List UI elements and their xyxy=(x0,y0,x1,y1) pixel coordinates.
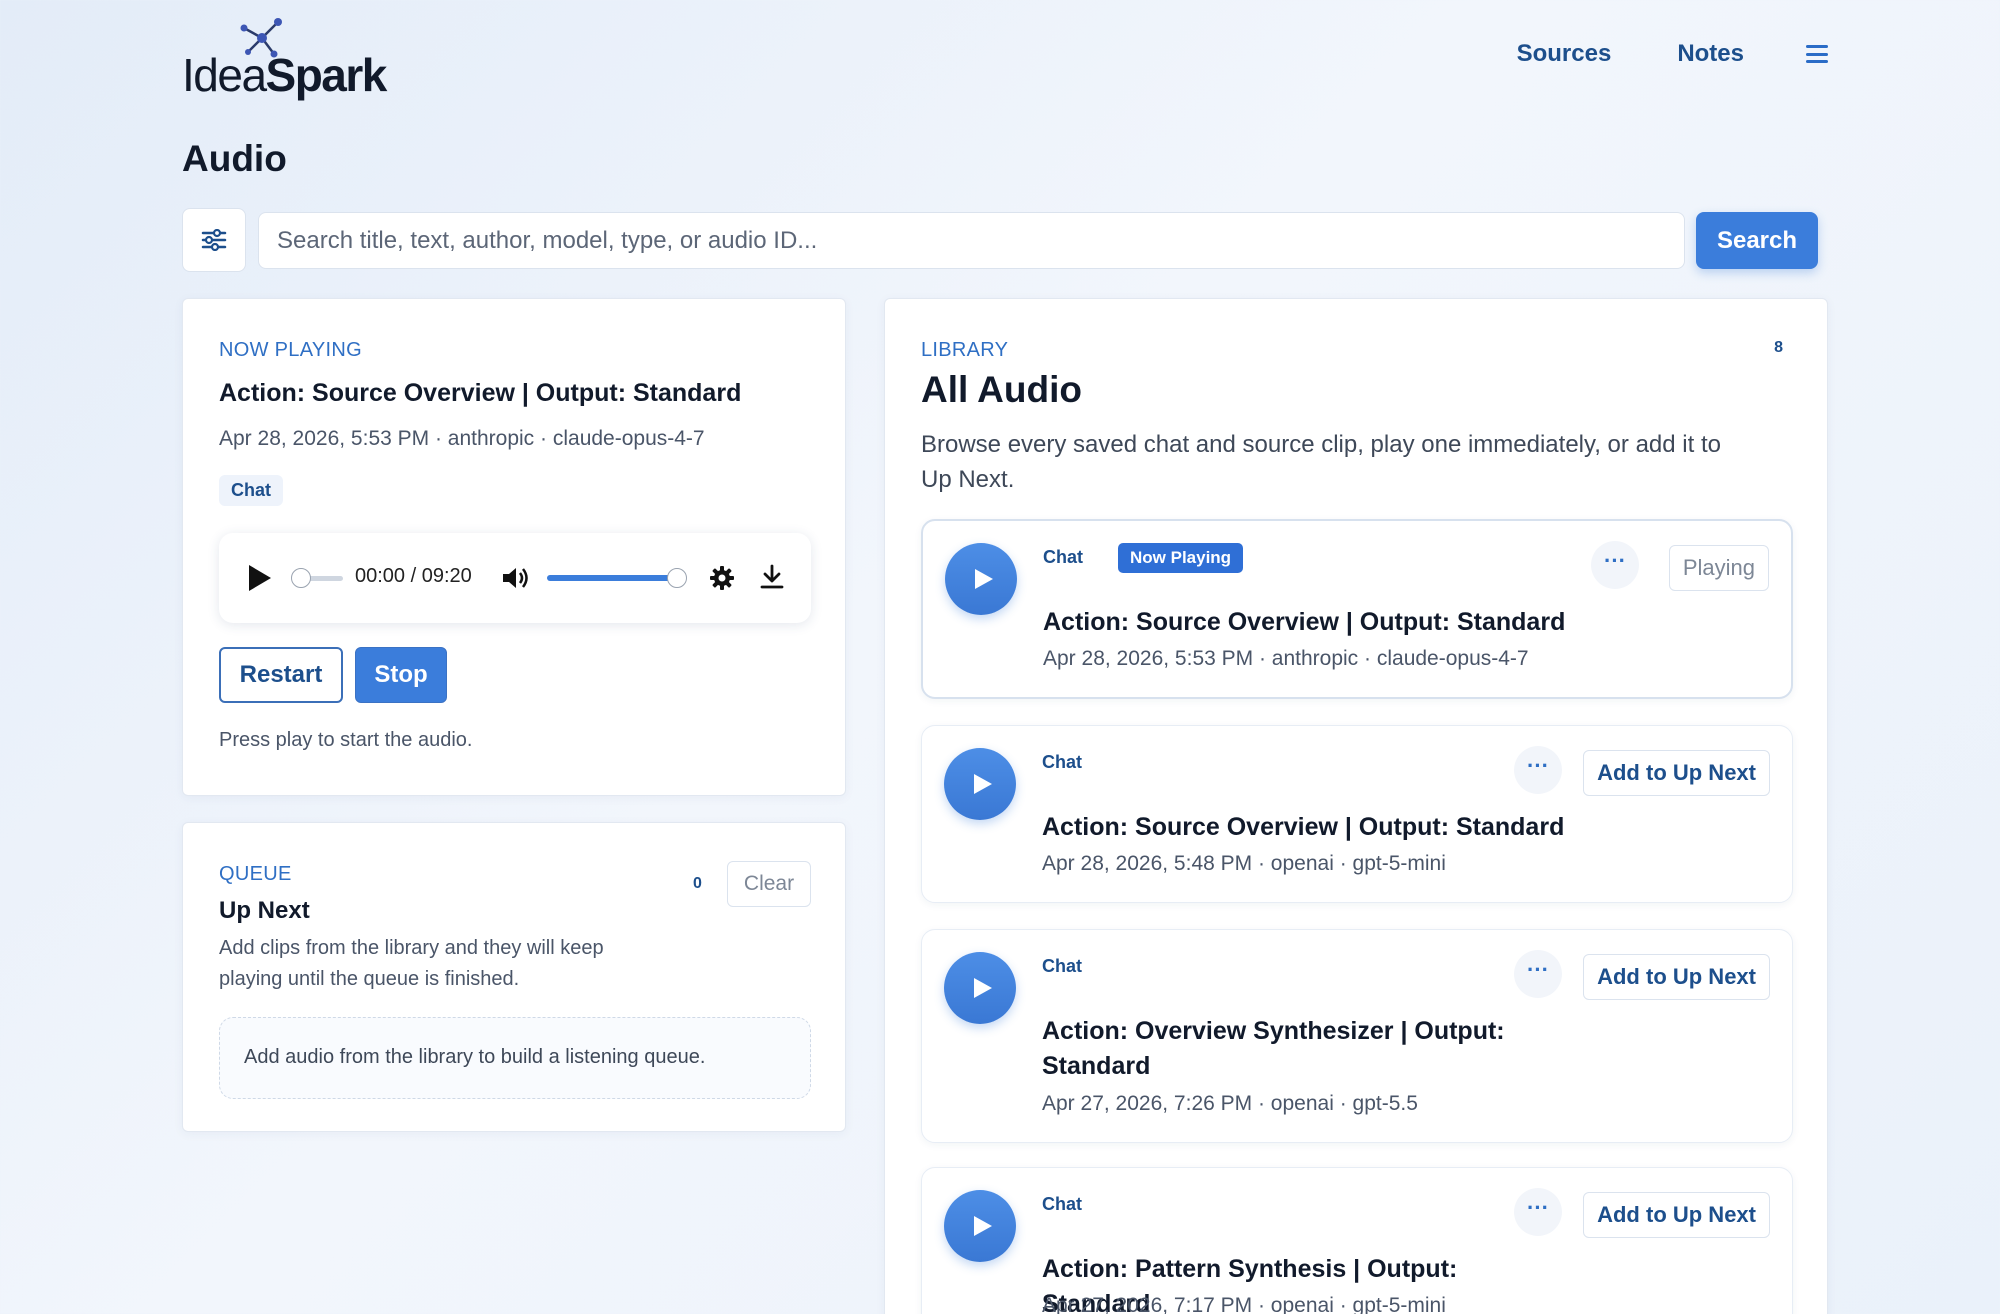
item-type-chip: Chat xyxy=(1042,752,1082,772)
search-input[interactable] xyxy=(258,212,1685,269)
library-count: 8 xyxy=(1774,339,1783,356)
top-nav: Sources Notes xyxy=(1517,40,1828,68)
player-hint: Press play to start the audio. xyxy=(219,729,473,751)
time-display: 00:00 / 09:20 xyxy=(355,565,472,588)
play-circle-icon[interactable] xyxy=(944,1190,1016,1262)
now-playing-badge: Now Playing xyxy=(1118,543,1244,573)
sliders-icon xyxy=(201,229,227,251)
brand-suffix: Spark xyxy=(265,49,388,101)
more-options-icon[interactable]: ··· xyxy=(1591,541,1639,589)
now-playing-title: Action: Source Overview | Output: Standa… xyxy=(219,379,742,407)
queue-title: Up Next xyxy=(219,897,310,924)
item-meta: Apr 27, 2026, 7:17 PM · openai · gpt-5-m… xyxy=(1042,1294,1446,1314)
library-title: All Audio xyxy=(921,369,1082,410)
queue-empty-state: Add audio from the library to build a li… xyxy=(219,1017,811,1099)
brand-logo[interactable]: IdeaSpark xyxy=(182,18,387,101)
more-options-icon[interactable]: ··· xyxy=(1514,950,1562,998)
play-circle-icon[interactable] xyxy=(944,952,1016,1024)
more-options-icon[interactable]: ··· xyxy=(1514,1188,1562,1236)
page: IdeaSpark Sources Notes Audio Search NOW… xyxy=(182,0,1828,1314)
now-playing-card: NOW PLAYING Action: Source Overview | Ou… xyxy=(182,298,846,796)
item-type-chip: Chat xyxy=(1042,1194,1082,1214)
audio-player: 00:00 / 09:20 xyxy=(219,533,811,623)
add-to-up-next-button[interactable]: Add to Up Next xyxy=(1583,954,1770,1000)
page-title: Audio xyxy=(182,138,287,179)
nav-sources[interactable]: Sources xyxy=(1517,40,1612,68)
library-item[interactable]: Chat ··· Add to Up Next Action: Overview… xyxy=(921,929,1793,1143)
library-description: Browse every saved chat and source clip,… xyxy=(921,431,1721,493)
item-title: Action: Source Overview | Output: Standa… xyxy=(1043,608,1566,636)
item-type-chip: Chat xyxy=(1043,547,1083,567)
settings-gear-icon[interactable] xyxy=(709,565,735,591)
library-item[interactable]: Chat ··· Add to Up Next Action: Source O… xyxy=(921,725,1793,903)
item-meta: Apr 28, 2026, 5:48 PM · openai · gpt-5-m… xyxy=(1042,852,1446,875)
volume-icon[interactable] xyxy=(501,565,531,591)
brand-wordmark: IdeaSpark xyxy=(182,48,388,102)
more-options-icon[interactable]: ··· xyxy=(1514,746,1562,794)
item-type-chip: Chat xyxy=(1042,956,1082,976)
search-button[interactable]: Search xyxy=(1696,212,1818,269)
add-to-up-next-button[interactable]: Add to Up Next xyxy=(1583,750,1770,796)
item-title: Action: Source Overview | Output: Standa… xyxy=(1042,813,1565,841)
library-eyebrow: LIBRARY xyxy=(921,339,1009,361)
queue-eyebrow: QUEUE xyxy=(219,863,292,885)
queue-card: QUEUE 0 Clear Up Next Add clips from the… xyxy=(182,822,846,1132)
play-icon[interactable] xyxy=(249,565,271,591)
queue-description: Add clips from the library and they will… xyxy=(219,937,604,990)
clear-queue-button[interactable]: Clear xyxy=(727,861,811,907)
play-circle-icon[interactable] xyxy=(944,748,1016,820)
library-item[interactable]: Chat Now Playing ··· Playing Action: Sou… xyxy=(921,519,1793,699)
volume-slider[interactable] xyxy=(547,575,675,581)
queue-count: 0 xyxy=(693,875,702,892)
volume-handle[interactable] xyxy=(667,568,687,588)
add-to-up-next-button[interactable]: Add to Up Next xyxy=(1583,1192,1770,1238)
item-title: Action: Overview Synthesizer | Output: S… xyxy=(1042,1017,1505,1080)
brand-prefix: Idea xyxy=(182,49,267,101)
nav-notes[interactable]: Notes xyxy=(1677,40,1744,68)
item-meta: Apr 28, 2026, 5:53 PM · anthropic · clau… xyxy=(1043,647,1529,670)
type-chip: Chat xyxy=(219,475,283,506)
playing-button[interactable]: Playing xyxy=(1668,545,1769,591)
time-separator: / xyxy=(410,565,417,587)
library-card: LIBRARY 8 All Audio Browse every saved c… xyxy=(884,298,1828,1314)
now-playing-meta: Apr 28, 2026, 5:53 PM · anthropic · clau… xyxy=(219,427,705,450)
current-time: 00:00 xyxy=(355,565,406,587)
download-icon[interactable] xyxy=(759,563,785,591)
restart-button[interactable]: Restart xyxy=(219,647,343,703)
filter-button[interactable] xyxy=(182,208,246,272)
hamburger-menu-icon[interactable] xyxy=(1806,45,1828,63)
play-circle-icon[interactable] xyxy=(945,543,1017,615)
now-playing-eyebrow: NOW PLAYING xyxy=(219,339,362,361)
seek-handle[interactable] xyxy=(291,568,311,588)
stop-button[interactable]: Stop xyxy=(355,647,447,703)
duration: 09:20 xyxy=(421,565,472,587)
item-meta: Apr 27, 2026, 7:26 PM · openai · gpt-5.5 xyxy=(1042,1092,1418,1115)
library-item[interactable]: Chat ··· Add to Up Next Action: Pattern … xyxy=(921,1167,1793,1314)
